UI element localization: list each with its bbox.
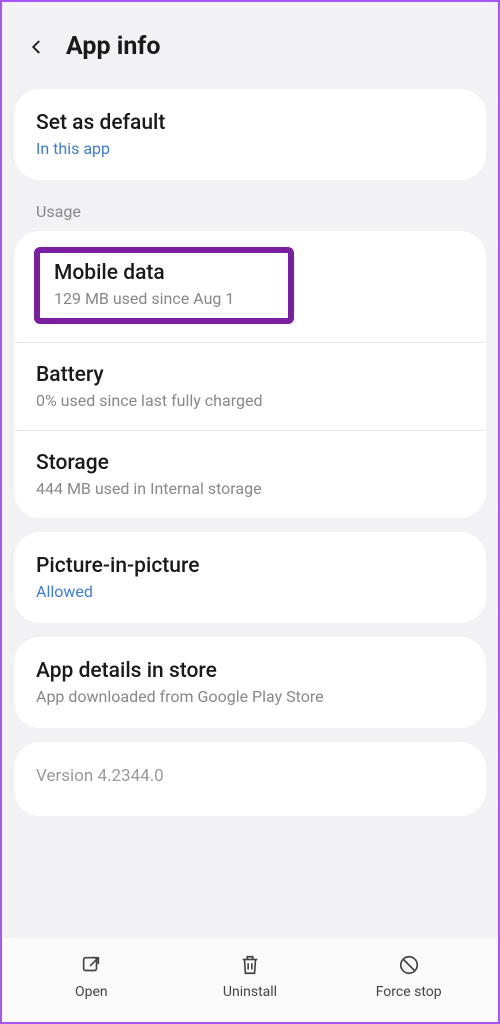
usage-card: Mobile data 129 MB used since Aug 1 Batt… xyxy=(14,231,486,518)
force-stop-label: Force stop xyxy=(376,984,442,1000)
version-text: Version 4.2344.0 xyxy=(36,766,464,786)
storage-title: Storage xyxy=(36,451,464,475)
usage-section-label: Usage xyxy=(2,194,498,231)
store-sub: App downloaded from Google Play Store xyxy=(36,687,464,706)
pip-title: Picture-in-picture xyxy=(36,554,464,578)
app-details-store-item[interactable]: App details in store App downloaded from… xyxy=(14,637,486,728)
trash-icon xyxy=(239,954,261,976)
storage-item[interactable]: Storage 444 MB used in Internal storage xyxy=(14,431,486,518)
open-label: Open xyxy=(75,984,108,1000)
mobile-data-sub: 129 MB used since Aug 1 xyxy=(54,289,274,308)
picture-in-picture-item[interactable]: Picture-in-picture Allowed xyxy=(14,532,486,623)
bottom-bar: Open Uninstall Force stop xyxy=(2,937,498,1022)
set-as-default-item[interactable]: Set as default In this app xyxy=(14,89,486,180)
header: App info xyxy=(2,2,498,89)
uninstall-label: Uninstall xyxy=(223,984,277,1000)
force-stop-button[interactable]: Force stop xyxy=(329,954,488,1000)
battery-item[interactable]: Battery 0% used since last fully charged xyxy=(14,343,486,431)
store-title: App details in store xyxy=(36,659,464,683)
mobile-data-item[interactable]: Mobile data 129 MB used since Aug 1 xyxy=(14,231,486,343)
page-title: App info xyxy=(66,32,160,61)
storage-sub: 444 MB used in Internal storage xyxy=(36,479,464,498)
battery-sub: 0% used since last fully charged xyxy=(36,391,464,410)
battery-title: Battery xyxy=(36,363,464,387)
mobile-data-title: Mobile data xyxy=(54,261,274,285)
pip-sub: Allowed xyxy=(36,582,464,601)
chevron-left-icon xyxy=(28,38,46,56)
stop-icon xyxy=(398,954,420,976)
set-as-default-sub: In this app xyxy=(36,139,464,158)
back-button[interactable] xyxy=(26,36,48,58)
highlight-annotation: Mobile data 129 MB used since Aug 1 xyxy=(34,247,294,324)
uninstall-button[interactable]: Uninstall xyxy=(171,954,330,1000)
set-as-default-title: Set as default xyxy=(36,111,464,135)
open-button[interactable]: Open xyxy=(12,954,171,1000)
open-icon xyxy=(80,954,102,976)
version-item: Version 4.2344.0 xyxy=(14,742,486,816)
